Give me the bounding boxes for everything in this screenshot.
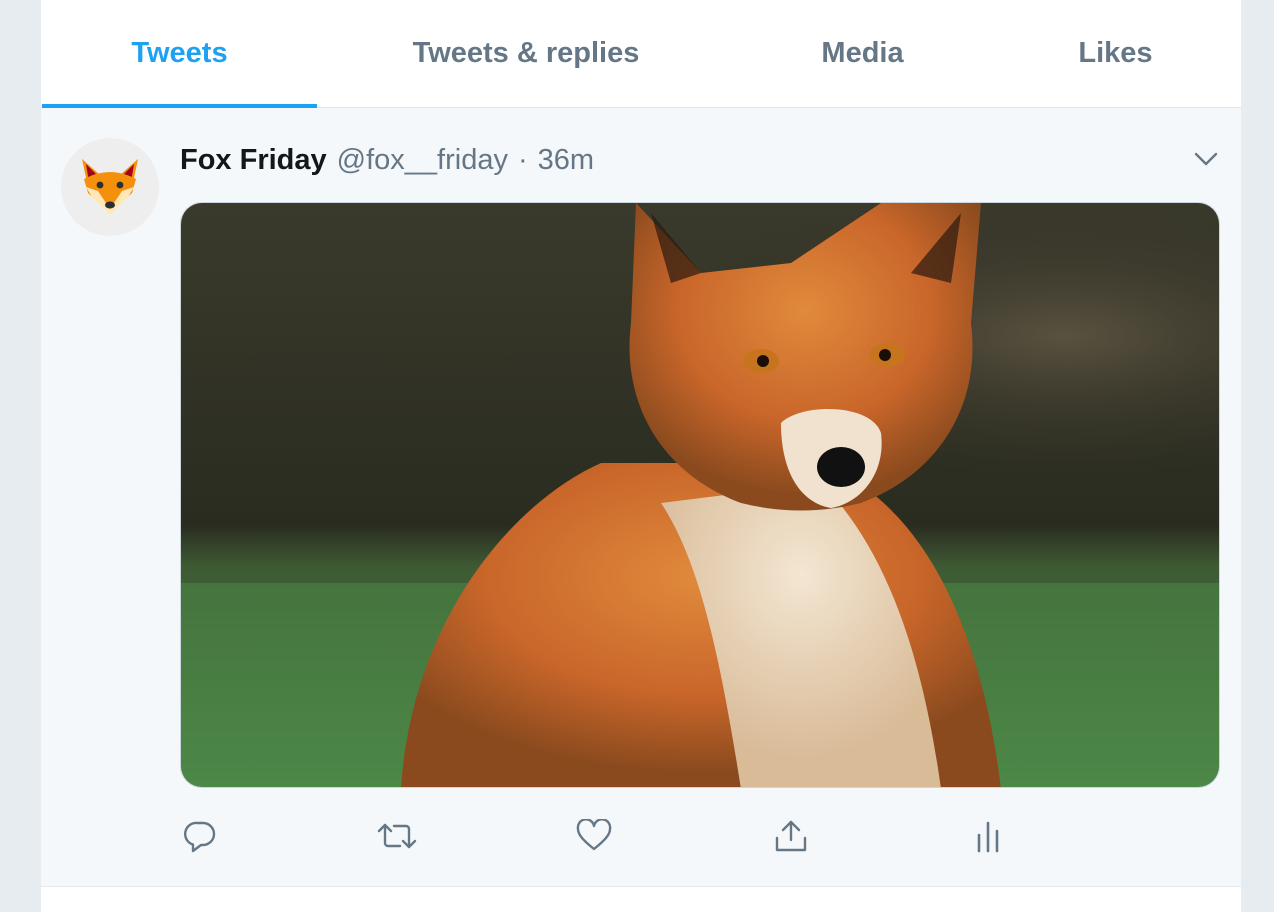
tab-tweets[interactable]: Tweets [42, 0, 317, 108]
user-handle[interactable]: @fox__friday [337, 144, 508, 177]
tweet-actions [180, 816, 1080, 856]
fox-face-icon [82, 159, 138, 215]
tab-label: Tweets [131, 37, 228, 69]
tweet[interactable]: Fox Friday @fox__friday · 36m [41, 108, 1241, 887]
analytics-icon[interactable] [968, 816, 1008, 856]
tab-tweets-and-replies[interactable]: Tweets & replies [317, 0, 735, 107]
heart-icon[interactable] [574, 816, 614, 856]
tab-label: Media [821, 37, 904, 69]
chevron-down-icon[interactable] [1191, 144, 1221, 174]
retweet-icon[interactable] [377, 816, 417, 856]
tweet-header: Fox Friday @fox__friday · 36m [180, 140, 594, 180]
separator-dot: · [517, 143, 528, 176]
tab-likes[interactable]: Likes [990, 0, 1241, 107]
avatar[interactable] [61, 138, 159, 236]
tab-label: Likes [1078, 37, 1153, 69]
display-name[interactable]: Fox Friday [180, 144, 327, 177]
profile-tabs: Tweets Tweets & replies Media Likes [41, 0, 1241, 108]
tab-media[interactable]: Media [735, 0, 990, 107]
tab-label: Tweets & replies [412, 37, 640, 69]
timestamp[interactable]: 36m [538, 144, 594, 177]
timeline-column: Tweets Tweets & replies Media Likes Fox … [41, 0, 1241, 912]
reply-icon[interactable] [180, 816, 220, 856]
tweet-photo[interactable] [180, 202, 1220, 788]
share-icon[interactable] [771, 816, 811, 856]
fox-photo [181, 203, 1219, 787]
